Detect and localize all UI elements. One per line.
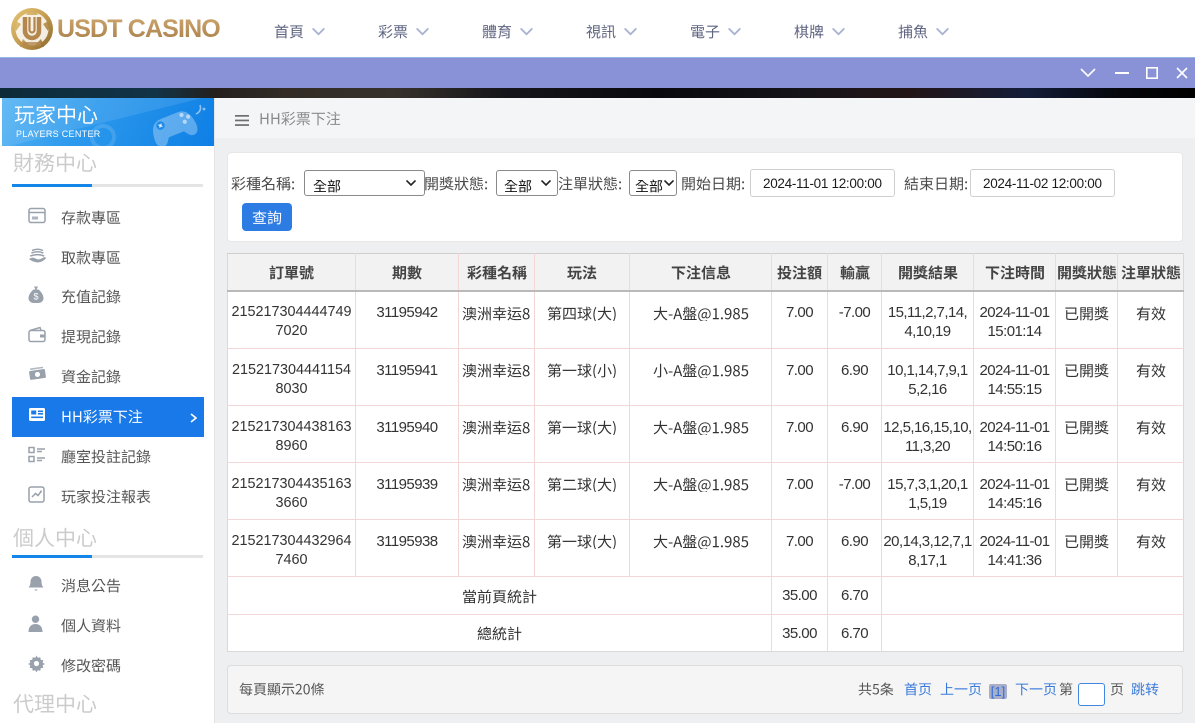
svg-text:$: $ [33,292,38,302]
svg-text:USDT CASINO: USDT CASINO [57,15,220,43]
